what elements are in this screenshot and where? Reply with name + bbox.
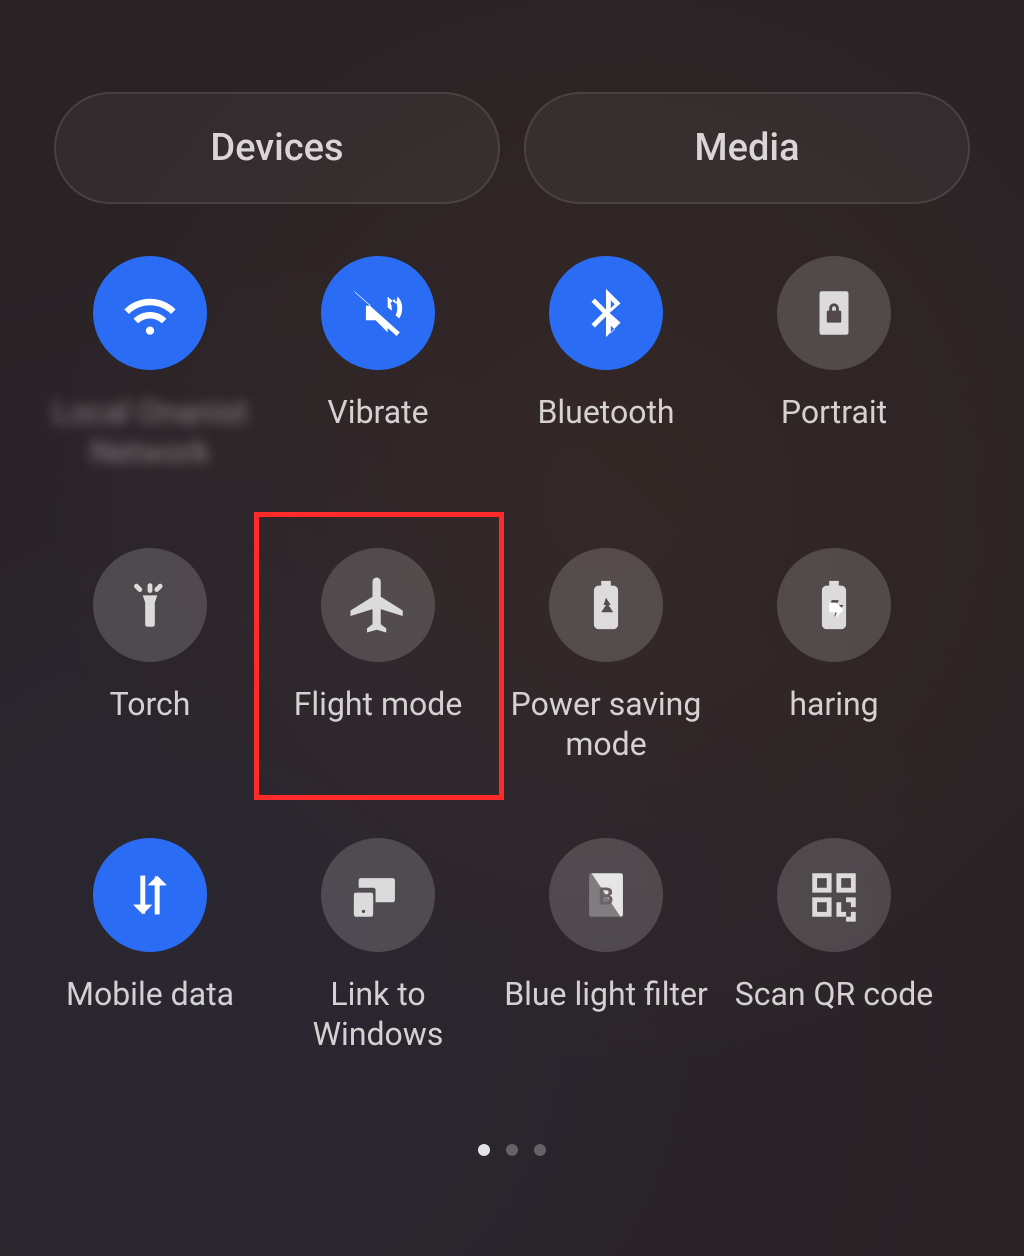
quick-settings-panel: Devices Media Local Onanist Network Vibr… [0,0,1024,1256]
tile-qr-label: Scan QR code [727,974,941,1054]
top-pill-row: Devices Media [54,92,970,204]
wifi-icon [93,256,207,370]
tile-torch[interactable]: Torch [36,548,264,764]
tile-flight-mode[interactable]: Flight mode [264,548,492,764]
mobile-data-icon [93,838,207,952]
tile-bluetooth-label: Bluetooth [529,392,682,472]
tile-link-windows-label: Link to Windows [264,974,492,1054]
portrait-lock-icon [777,256,891,370]
tile-sharing-partial[interactable]: haring [720,548,948,764]
devices-button-label: Devices [210,126,343,170]
tile-mobile-data-label: Mobile data [58,974,242,1054]
battery-recycle-icon [549,548,663,662]
tile-wifi-label: Local Onanist Network [36,392,264,472]
tiles-row-2-clip: Torch Flight mode Power saving mode hari… [0,548,1024,764]
tile-link-windows[interactable]: Link to Windows [264,838,492,1054]
qr-icon [777,838,891,952]
tile-rotation[interactable]: Portrait [720,256,948,472]
page-dot-2[interactable] [506,1144,518,1156]
tile-power-saving[interactable]: Power saving mode [492,548,720,764]
tiles-row-2: Torch Flight mode Power saving mode hari… [36,548,1024,764]
tiles-row-1: Local Onanist Network Vibrate Bluetooth … [36,256,1024,472]
devices-button[interactable]: Devices [54,92,500,204]
tile-sharing-partial-label: haring [781,684,886,764]
tile-wireless-partial[interactable]: Wir [948,548,1024,764]
tile-blue-light-label: Blue light filter [496,974,716,1054]
tile-sound[interactable]: Vibrate [264,256,492,472]
tile-power-saving-label: Power saving mode [492,684,720,764]
blue-light-icon: B [549,838,663,952]
torch-icon [93,548,207,662]
tile-qr[interactable]: Scan QR code [720,838,948,1054]
tile-bluetooth[interactable]: Bluetooth [492,256,720,472]
tile-mobile-data[interactable]: Mobile data [36,838,264,1054]
tile-wifi[interactable]: Local Onanist Network [36,256,264,472]
airplane-icon [321,548,435,662]
tile-blue-light[interactable]: B Blue light filter [492,838,720,1054]
page-dot-1[interactable] [478,1144,490,1156]
page-indicator[interactable] [0,1144,1024,1156]
tile-sound-label: Vibrate [319,392,436,472]
media-button-label: Media [694,126,799,170]
media-button[interactable]: Media [524,92,970,204]
tile-flight-mode-label: Flight mode [286,684,471,764]
bluetooth-icon [549,256,663,370]
svg-text:B: B [598,883,613,911]
page-dot-3[interactable] [534,1144,546,1156]
vibrate-icon [321,256,435,370]
link-windows-icon [321,838,435,952]
tile-torch-label: Torch [102,684,199,764]
tiles-row-3: Mobile data Link to Windows B Blue light… [36,838,1024,1054]
battery-share-icon [777,548,891,662]
tile-rotation-label: Portrait [773,392,895,472]
